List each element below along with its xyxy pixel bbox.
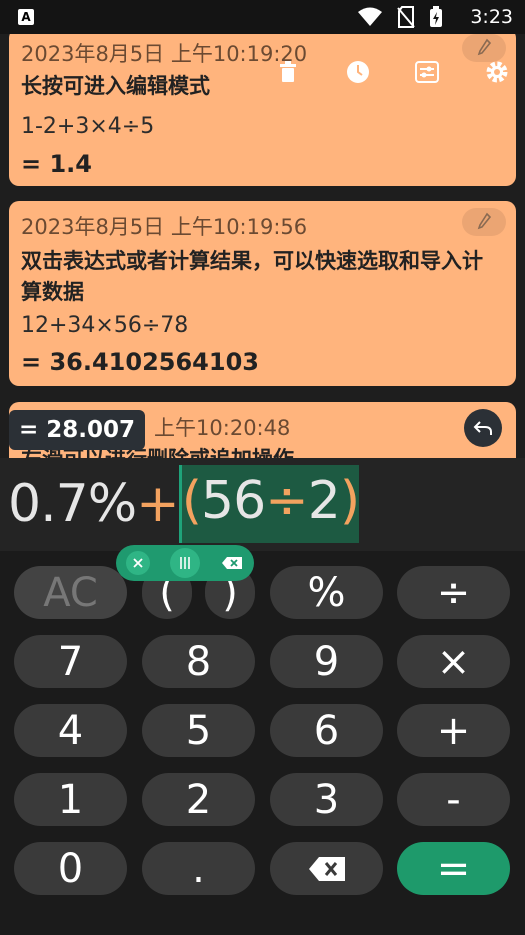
digit-8-key[interactable]: 8 <box>142 635 255 688</box>
expr-paren-open: ( <box>181 471 202 531</box>
clear-history-button[interactable] <box>270 54 306 90</box>
edit-button[interactable] <box>462 208 506 236</box>
status-icons <box>357 6 443 28</box>
pencil-icon <box>477 212 492 230</box>
card-timestamp: 2023年8月5日 上午10:19:20 <box>21 42 308 66</box>
gear-icon <box>486 61 508 83</box>
close-icon <box>133 558 143 568</box>
decimal-key[interactable]: . <box>142 842 255 895</box>
digit-7-key[interactable]: 7 <box>14 635 127 688</box>
result-preview-tooltip: = 28.007 <box>9 410 146 450</box>
expression-input[interactable]: 0.7 % + (56÷2) <box>8 465 360 543</box>
delete-selection-button[interactable] <box>220 551 244 575</box>
expression-display[interactable]: 0.7 % + (56÷2) <box>0 458 525 551</box>
digit-9-key[interactable]: 9 <box>270 635 383 688</box>
clock-icon <box>346 61 369 83</box>
percent-key[interactable]: % <box>270 566 383 619</box>
expr-number: 56 <box>201 471 266 531</box>
trash-icon <box>280 61 296 82</box>
digit-2-key[interactable]: 2 <box>142 773 255 826</box>
multiply-key[interactable]: × <box>397 635 510 688</box>
expr-paren-close: ) <box>339 471 360 531</box>
minus-key[interactable]: - <box>397 773 510 826</box>
digit-0-key[interactable]: 0 <box>14 842 127 895</box>
card-expression[interactable]: 12+34×56÷78 <box>21 313 188 338</box>
expr-number: 2 <box>307 471 341 531</box>
ac-key[interactable]: AC <box>14 566 127 619</box>
undo-icon <box>473 421 492 435</box>
keypad: AC ( ) % ÷ 7 8 9 × 4 5 6 + 1 2 3 - 0 . = <box>0 551 525 935</box>
digit-3-key[interactable]: 3 <box>270 773 383 826</box>
clear-selection-button[interactable] <box>126 551 150 575</box>
equals-key[interactable]: = <box>397 842 510 895</box>
history-toolbar <box>270 52 515 92</box>
sliders-icon <box>415 61 440 83</box>
expr-operator-plus: + <box>136 474 180 534</box>
app-notification-icon: A <box>18 9 34 25</box>
no-sim-icon <box>397 6 415 28</box>
backspace-icon <box>222 557 242 569</box>
digit-5-key[interactable]: 5 <box>142 704 255 757</box>
card-result[interactable]: = 1.4 <box>21 150 92 178</box>
divide-key[interactable]: ÷ <box>397 566 510 619</box>
card-timestamp: 2023年8月5日 上午10:19:56 <box>21 215 308 239</box>
filter-button[interactable] <box>409 54 445 90</box>
backspace-key[interactable] <box>270 842 383 895</box>
expr-operator-divide: ÷ <box>265 471 309 531</box>
digit-6-key[interactable]: 6 <box>270 704 383 757</box>
plus-key[interactable]: + <box>397 704 510 757</box>
battery-charging-icon <box>430 6 442 27</box>
status-bar: A 3:23 <box>0 0 525 34</box>
clock-time: 3:23 <box>470 6 513 28</box>
card-expression[interactable]: 1-2+3×4÷5 <box>21 114 154 139</box>
card-note: 双击表达式或者计算结果，可以快速选取和导入计算数据 <box>21 249 483 304</box>
drag-handle-button[interactable] <box>170 548 200 578</box>
expr-percent: % <box>87 474 137 534</box>
wifi-icon <box>358 7 382 26</box>
history-list[interactable]: 2023年8月5日 上午10:19:20 长按可进入编辑模式 1-2+3×4÷5… <box>0 34 525 458</box>
selection-toolbar <box>116 545 254 581</box>
settings-button[interactable] <box>479 54 515 90</box>
history-card[interactable]: 2023年8月5日 上午10:19:56 双击表达式或者计算结果，可以快速选取和… <box>9 201 516 386</box>
card-result[interactable]: = 36.4102564103 <box>21 348 259 376</box>
expr-selection: (56÷2) <box>178 465 360 543</box>
drag-handle-icon <box>180 557 190 569</box>
digit-4-key[interactable]: 4 <box>14 704 127 757</box>
digit-1-key[interactable]: 1 <box>14 773 127 826</box>
expr-number: 0.7 <box>8 474 89 534</box>
undo-button[interactable] <box>464 409 502 447</box>
history-clock-button[interactable] <box>340 54 376 90</box>
backspace-icon <box>308 856 345 881</box>
